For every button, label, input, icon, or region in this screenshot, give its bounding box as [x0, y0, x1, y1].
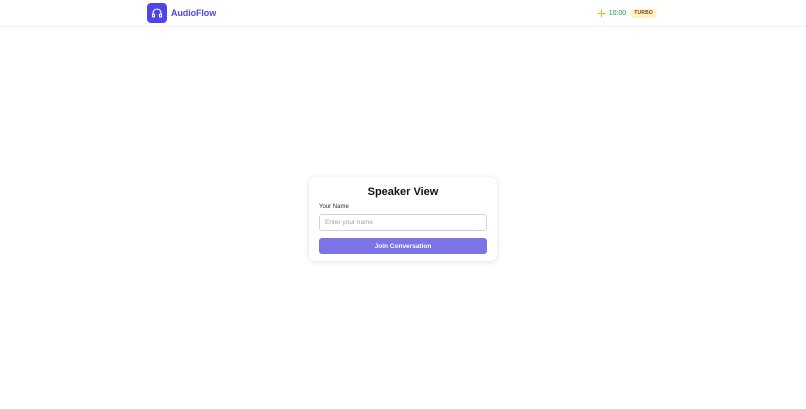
sparkle-icon — [597, 9, 606, 18]
session-timer: 10:00 — [608, 10, 627, 17]
join-card: Speaker View Your Name Join Conversation — [309, 177, 497, 261]
top-header: AudioFlow 10:00 TURBO — [0, 0, 806, 27]
page-title: Speaker View — [367, 186, 439, 198]
session-status: 10:00 TURBO — [597, 8, 657, 19]
app-name: AudioFlow — [171, 8, 217, 18]
turbo-badge: TURBO — [630, 9, 657, 18]
name-input[interactable] — [319, 214, 487, 231]
name-field-label: Your Name — [319, 204, 349, 210]
app-logo[interactable]: AudioFlow — [147, 3, 216, 23]
headphones-icon — [147, 3, 167, 23]
join-conversation-button[interactable]: Join Conversation — [319, 238, 487, 254]
